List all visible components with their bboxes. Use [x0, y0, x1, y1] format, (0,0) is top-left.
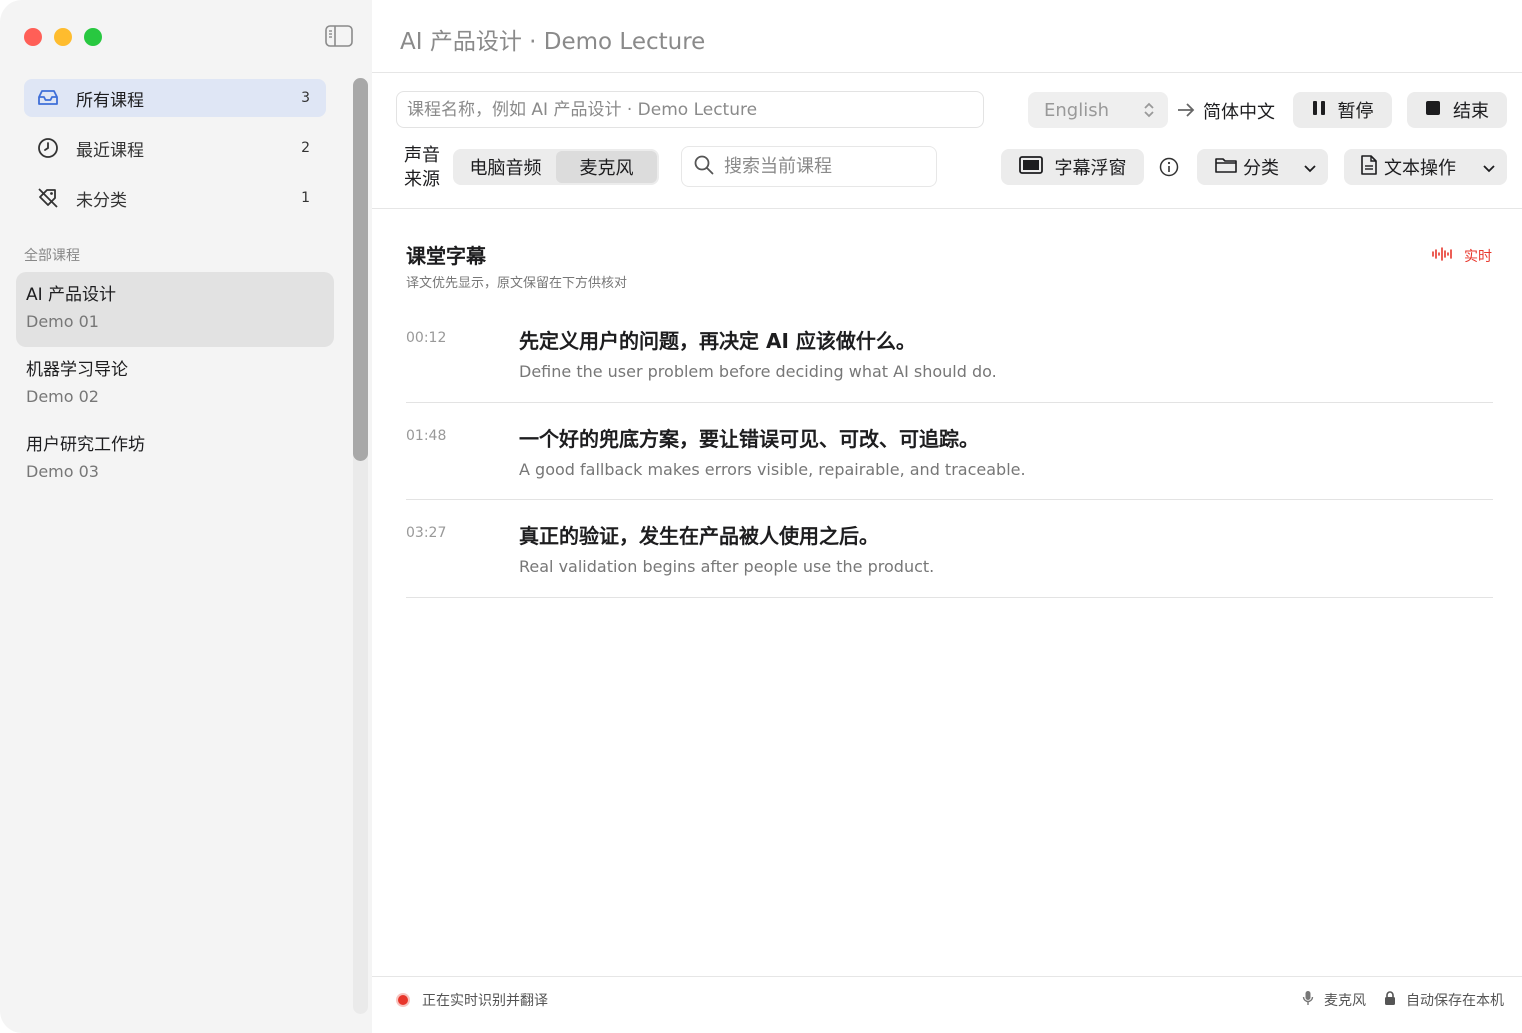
segment-microphone[interactable]: 麦克风	[556, 151, 657, 183]
captions-title: 课堂字幕	[406, 244, 486, 268]
sidebar-item-all-courses[interactable]: 所有课程 3	[24, 79, 326, 117]
caption-timestamp: 01:48	[406, 427, 447, 444]
course-item[interactable]: 机器学习导论 Demo 02	[16, 347, 334, 422]
sidebar-scrollbar[interactable]	[353, 78, 368, 1014]
subtitle-float-button[interactable]: 字幕浮窗	[1001, 149, 1144, 185]
caption-original: A good fallback makes errors visible, re…	[519, 459, 1026, 479]
count-badge: 1	[301, 190, 310, 206]
caption-timestamp: 00:12	[406, 330, 447, 346]
zoom-window-button[interactable]	[84, 28, 102, 46]
captions-subtitle: 译文优先显示，原文保留在下方供核对	[406, 276, 628, 291]
course-subtitle: Demo 01	[26, 312, 99, 331]
window-controls	[24, 28, 102, 46]
course-item[interactable]: 用户研究工作坊 Demo 03	[16, 422, 334, 497]
status-bar-left: 正在实时识别并翻译	[396, 990, 548, 1010]
waveform-icon	[1432, 247, 1454, 265]
search-input[interactable]	[724, 156, 924, 177]
segment-computer-audio[interactable]: 电脑音频	[455, 151, 556, 183]
caption-original: Define the user problem before deciding …	[519, 362, 997, 381]
minimize-window-button[interactable]	[54, 28, 72, 46]
stop-button[interactable]: 结束	[1407, 92, 1507, 128]
lock-icon	[1384, 991, 1396, 1009]
stop-label: 结束	[1453, 101, 1489, 122]
window-title: AI 产品设计 · Demo Lecture	[400, 29, 706, 55]
live-label: 实时	[1464, 249, 1492, 265]
divider	[372, 208, 1522, 209]
mic-status: 麦克风	[1324, 993, 1366, 1009]
caption-translation: 真正的验证，发生在产品被人使用之后。	[519, 524, 879, 548]
divider	[372, 976, 1522, 977]
sidebar-toggle-icon[interactable]	[325, 25, 353, 47]
chevron-down-icon	[1483, 157, 1495, 178]
sidebar-item-recent-courses[interactable]: 最近课程 2	[24, 129, 326, 167]
count-badge: 2	[301, 140, 310, 156]
pause-button[interactable]: 暂停	[1293, 92, 1392, 128]
category-label: 分类	[1243, 158, 1279, 179]
up-down-chevron-icon	[1142, 100, 1156, 125]
close-window-button[interactable]	[24, 28, 42, 46]
stop-icon	[1425, 100, 1441, 121]
caption-row[interactable]: 01:48 一个好的兜底方案，要让错误可见、可改、可追踪。 A good fal…	[406, 403, 1493, 500]
pause-icon	[1312, 100, 1326, 121]
clock-icon	[36, 136, 60, 160]
status-bar-right: 麦克风 自动保存在本机	[1302, 990, 1504, 1010]
sidebar-item-label: 最近课程	[76, 140, 144, 161]
folder-icon	[1215, 156, 1237, 179]
count-badge: 3	[301, 90, 310, 106]
audio-source-segmented: 电脑音频 麦克风	[453, 149, 659, 185]
arrow-right-icon	[1176, 100, 1196, 124]
course-subtitle: Demo 03	[26, 462, 99, 481]
caption-original: Real validation begins after people use …	[519, 557, 935, 576]
caption-timestamp: 03:27	[406, 525, 447, 541]
sidebar-item-label: 所有课程	[76, 90, 144, 111]
sidebar-item-uncategorized[interactable]: 未分类 1	[24, 179, 326, 217]
tray-icon	[36, 86, 60, 110]
course-name: 机器学习导论	[26, 360, 128, 380]
microphone-icon	[1302, 990, 1314, 1010]
tag-slash-icon	[36, 186, 60, 210]
sidebar: 所有课程 3 最近课程 2 未分类 1 全部课程 AI 产品设计 Demo 01…	[0, 0, 372, 1033]
sidebar-nav: 所有课程 3 最近课程 2 未分类 1	[24, 79, 326, 229]
course-item[interactable]: AI 产品设计 Demo 01	[16, 272, 334, 347]
course-list: AI 产品设计 Demo 01 机器学习导论 Demo 02 用户研究工作坊 D…	[16, 272, 334, 497]
section-title-all-courses: 全部课程	[24, 248, 80, 264]
course-name: 用户研究工作坊	[26, 435, 145, 455]
autosave-status: 自动保存在本机	[1406, 993, 1504, 1009]
chevron-down-icon	[1304, 157, 1316, 178]
document-icon	[1360, 154, 1378, 180]
caption-translation: 一个好的兜底方案，要让错误可见、可改、可追踪。	[519, 426, 979, 451]
caption-list: 00:12 先定义用户的问题，再决定 AI 应该做什么。 Define the …	[406, 305, 1493, 598]
sidebar-item-label: 未分类	[76, 190, 127, 211]
search-field[interactable]	[681, 146, 937, 187]
subtitle-window-icon	[1018, 155, 1043, 179]
category-dropdown[interactable]: 分类	[1197, 149, 1328, 185]
course-name: AI 产品设计	[26, 285, 117, 305]
source-language-value: English	[1044, 99, 1109, 121]
divider	[372, 72, 1522, 73]
target-language[interactable]: 简体中文	[1203, 98, 1275, 124]
caption-translation: 先定义用户的问题，再决定 AI 应该做什么。	[519, 329, 916, 353]
subtitle-float-label: 字幕浮窗	[1054, 158, 1127, 179]
live-indicator: 实时	[1432, 246, 1492, 266]
info-icon[interactable]	[1159, 157, 1179, 181]
main-content: AI 产品设计 · Demo Lecture English 简体中文 暂停 结…	[372, 0, 1522, 1033]
audio-source-label: 声音来源	[404, 145, 440, 190]
text-operations-dropdown[interactable]: 文本操作	[1344, 149, 1507, 185]
caption-row[interactable]: 03:27 真正的验证，发生在产品被人使用之后。 Real validation…	[406, 500, 1493, 598]
caption-row[interactable]: 00:12 先定义用户的问题，再决定 AI 应该做什么。 Define the …	[406, 305, 1493, 403]
pause-label: 暂停	[1337, 101, 1374, 122]
course-subtitle: Demo 02	[26, 387, 99, 406]
status-text: 正在实时识别并翻译	[422, 993, 548, 1009]
search-icon	[694, 155, 714, 179]
scrollbar-thumb[interactable]	[353, 78, 368, 461]
recording-dot-icon	[396, 993, 410, 1007]
text-operations-label: 文本操作	[1384, 158, 1456, 179]
course-name-input[interactable]	[396, 91, 984, 128]
source-language-select[interactable]: English	[1028, 92, 1168, 128]
